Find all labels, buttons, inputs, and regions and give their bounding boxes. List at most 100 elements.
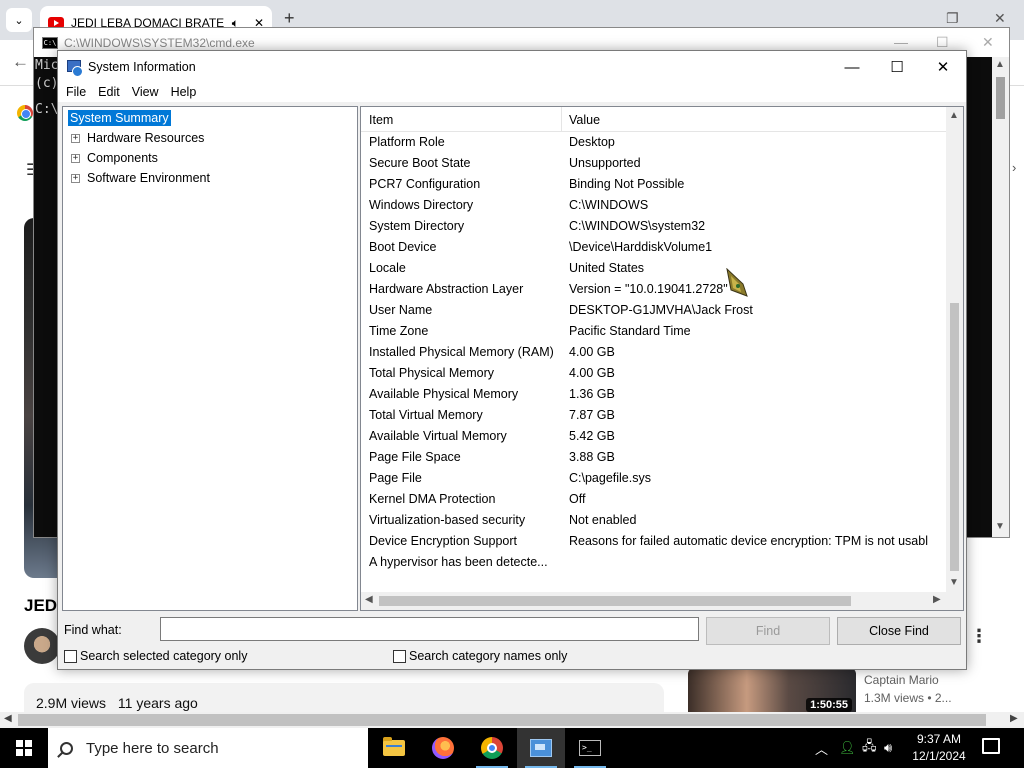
details-list: Item Value Platform Role Desktop Secure Bo… [360,106,964,611]
row-value: 1.36 GB [569,387,615,401]
scrollbar-thumb[interactable] [996,77,1005,119]
table-row[interactable]: Boot Device \Device\HarddiskVolume1 [361,237,946,258]
volume-tray-icon[interactable]: 🔊︎ [884,728,892,768]
tree-item-hardware-resources[interactable]: + Hardware Resources [71,131,204,145]
scroll-left-icon[interactable]: ◀ [4,713,12,724]
checkbox-box[interactable] [393,649,406,663]
scroll-down-icon[interactable]: ▼ [995,521,1005,532]
row-value: Pacific Standard Time [569,324,691,338]
menu-view[interactable]: View [132,85,165,99]
row-item: Windows Directory [369,198,474,212]
recommended-video-thumbnail[interactable]: 1:50:55 [688,668,856,714]
find-button[interactable]: Find [706,617,830,645]
row-value: Reasons for failed automatic device encr… [569,534,928,548]
search-category-names-checkbox[interactable]: Search category names only [393,649,567,663]
taskbar-clock[interactable]: 9:37 AM 12/1/2024 [902,731,976,765]
restore-icon[interactable]: ❐ [946,10,959,27]
table-row[interactable]: System Directory C:\WINDOWS\system32 [361,216,946,237]
table-row[interactable]: Virtualization-based security Not enabled [361,510,946,531]
table-row[interactable]: User Name DESKTOP-G1JMVHA\Jack Frost [361,300,946,321]
show-hidden-icons[interactable]: ︿ [815,728,828,768]
table-row[interactable]: Available Physical Memory 1.36 GB [361,384,946,405]
menu-edit[interactable]: Edit [98,85,126,99]
more-options-icon[interactable]: ⋮ [970,626,988,647]
table-row[interactable]: A hypervisor has been detecte... [361,552,946,573]
taskbar-file-explorer[interactable] [370,728,418,768]
cmd-scrollbar[interactable]: ▲ ▼ [992,57,1009,537]
tree-item-components[interactable]: + Components [71,151,158,165]
minimize-icon[interactable]: — [894,34,908,50]
cmd-line: Mic [35,58,59,73]
chevron-right-icon[interactable]: › [1012,160,1016,175]
table-row[interactable]: Windows Directory C:\WINDOWS [361,195,946,216]
browser-horizontal-scrollbar[interactable]: ◀ ▶ [0,712,1024,728]
table-row[interactable]: Kernel DMA Protection Off [361,489,946,510]
table-row[interactable]: Secure Boot State Unsupported [361,153,946,174]
details-horizontal-scrollbar[interactable]: ◀ ▶ [361,592,948,610]
row-value: C:\WINDOWS [569,198,649,212]
table-row[interactable]: Available Virtual Memory 5.42 GB [361,426,946,447]
windows-logo-icon [16,740,32,756]
taskbar-chrome[interactable] [468,728,516,768]
table-row[interactable]: Page File Space 3.88 GB [361,447,946,468]
row-value: 3.88 GB [569,450,615,464]
search-selected-category-checkbox[interactable]: Search selected category only [64,649,247,663]
checkbox-box[interactable] [64,649,77,663]
table-row[interactable]: Device Encryption Support Reasons for fai… [361,531,946,552]
table-row[interactable]: Time Zone Pacific Standard Time [361,321,946,342]
expand-icon[interactable]: + [71,133,80,143]
row-value: C:\pagefile.sys [569,471,651,485]
close-icon[interactable]: ✕ [994,10,1006,27]
scroll-right-icon[interactable]: ▶ [1010,713,1018,724]
expand-icon[interactable]: + [71,153,80,163]
minimize-icon[interactable]: — [829,55,875,79]
taskbar-system-information[interactable] [517,728,565,768]
scroll-right-icon[interactable]: ▶ [933,594,941,605]
scrollbar-thumb[interactable] [18,714,986,726]
user-tray-icon[interactable]: 👤︎ [839,728,856,768]
close-icon[interactable]: ✕ [920,55,966,79]
scroll-up-icon[interactable]: ▲ [949,110,959,121]
menu-help[interactable]: Help [171,85,203,99]
find-what-input[interactable] [160,617,699,641]
table-row[interactable]: PCR7 Configuration Binding Not Possible [361,174,946,195]
cmd-output[interactable]: Mic (c) C:\ [34,57,58,119]
taskbar-command-prompt[interactable]: >_ [566,728,614,768]
table-row[interactable]: Page File C:\pagefile.sys [361,468,946,489]
table-row[interactable]: Hardware Abstraction Layer Version = "10.… [361,279,946,300]
details-vertical-scrollbar[interactable]: ▲ ▼ [946,107,963,593]
tree-item-system-summary[interactable]: System Summary [68,110,171,126]
recommended-channel[interactable]: Captain Mario [864,673,939,687]
maximize-icon[interactable]: ☐ [874,55,920,79]
maximize-icon[interactable]: ☐ [936,34,949,51]
scroll-up-icon[interactable]: ▲ [995,59,1005,70]
column-header-value[interactable]: Value [569,113,600,127]
table-row[interactable]: Total Physical Memory 4.00 GB [361,363,946,384]
menu-file[interactable]: File [66,85,92,99]
network-tray-icon[interactable]: 🖧︎ [862,728,877,768]
table-row[interactable]: Platform Role Desktop [361,132,946,153]
tree-item-software-environment[interactable]: + Software Environment [71,171,210,185]
people-icon: 👤︎ [839,740,856,755]
msinfo-title-bar[interactable]: System Information — ☐ ✕ [58,51,966,82]
scrollbar-thumb[interactable] [950,303,959,571]
notification-icon[interactable] [982,738,1000,754]
expand-icon[interactable]: + [71,173,80,183]
scrollbar-thumb[interactable] [379,596,851,606]
close-icon[interactable]: ✕ [982,34,994,51]
close-find-button[interactable]: Close Find [837,617,961,645]
scroll-down-icon[interactable]: ▼ [949,577,959,588]
new-tab-button[interactable]: + [284,8,295,29]
column-header-item[interactable]: Item [369,113,393,127]
table-row[interactable]: Installed Physical Memory (RAM) 4.00 GB [361,342,946,363]
start-button[interactable] [0,728,48,768]
back-arrow-icon[interactable]: ← [12,52,29,72]
tab-search-button[interactable]: ⌄ [6,8,32,32]
scroll-left-icon[interactable]: ◀ [365,594,373,605]
table-row[interactable]: Locale United States [361,258,946,279]
channel-avatar[interactable] [24,628,60,664]
table-row[interactable]: Total Virtual Memory 7.87 GB [361,405,946,426]
taskbar-firefox[interactable] [419,728,467,768]
column-divider[interactable] [561,107,562,132]
taskbar-search-box[interactable]: Type here to search [48,728,368,768]
